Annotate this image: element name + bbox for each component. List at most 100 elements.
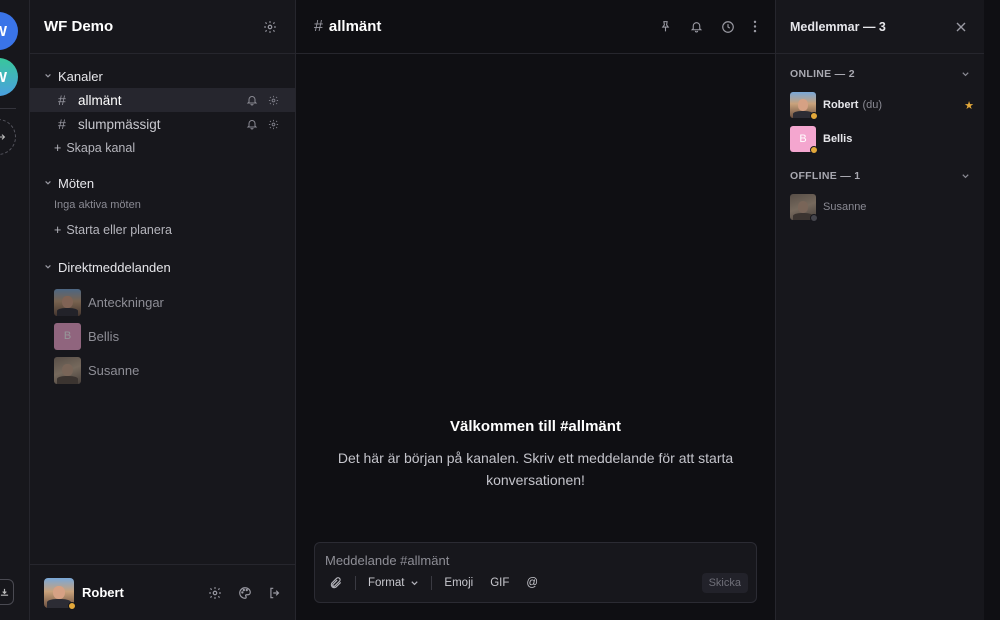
channel-settings-button[interactable] — [268, 119, 279, 130]
channel-sidebar: WF Demo Kanaler # allmänt # slumpmässigt… — [30, 0, 296, 620]
avatar: B — [54, 322, 81, 350]
theme-button[interactable] — [238, 586, 252, 600]
pinned-button[interactable] — [659, 20, 672, 33]
plus-icon: + — [54, 141, 62, 155]
bell-icon — [690, 22, 703, 33]
self-indicator: (du) — [862, 99, 883, 111]
format-dropdown[interactable]: Format — [368, 577, 419, 589]
status-online-dot — [68, 601, 76, 610]
channel-slumpmassigt[interactable]: # slumpmässigt — [30, 112, 295, 136]
chevron-down-icon — [411, 580, 419, 585]
channel-name: allmänt — [78, 92, 122, 108]
attach-button[interactable] — [329, 576, 343, 590]
start-meeting-label: Starta eller planera — [66, 223, 172, 237]
avatar — [790, 194, 818, 222]
notifications-button[interactable] — [690, 20, 703, 33]
gear-icon — [209, 586, 221, 599]
dm-item-bellis[interactable]: B Bellis — [30, 319, 295, 353]
dm-label: Direktmeddelanden — [58, 259, 171, 275]
welcome-title: Välkommen till #allmänt — [450, 418, 621, 435]
download-button[interactable] — [0, 579, 14, 605]
bell-icon — [246, 96, 258, 106]
logout-icon — [270, 587, 280, 598]
meetings-section-header[interactable]: Möten — [30, 171, 295, 195]
members-header: Medlemmar — 3 — [776, 0, 984, 54]
avatar[interactable] — [44, 577, 76, 610]
download-icon — [0, 588, 9, 596]
message-composer[interactable]: Meddelande #allmänt Format Emoji GIF @ S… — [314, 542, 757, 603]
online-group-header[interactable]: ONLINE — 2 — [776, 63, 984, 85]
workspace-settings-button[interactable] — [263, 20, 277, 34]
close-icon — [956, 22, 966, 31]
dm-item-susanne[interactable]: Susanne — [30, 353, 295, 387]
mention-button[interactable]: @ — [526, 577, 538, 589]
window-edge — [984, 0, 1000, 620]
more-options-button[interactable] — [753, 20, 757, 33]
welcome-text: Det här är början på kanalen. Skriv ett … — [337, 450, 734, 488]
member-susanne[interactable]: Susanne — [776, 190, 984, 224]
channels-section-header[interactable]: Kanaler — [30, 64, 295, 88]
toolbar-divider — [431, 576, 433, 590]
channel-allmant[interactable]: # allmänt — [30, 88, 295, 112]
avatar — [54, 288, 81, 316]
chevron-down-icon — [45, 180, 51, 185]
create-channel-label: Skapa kanal — [66, 141, 136, 155]
avatar — [54, 356, 81, 384]
gear-icon — [268, 119, 279, 129]
hash-icon: # — [314, 17, 323, 35]
message-input[interactable]: Meddelande #allmänt — [325, 553, 449, 568]
channel-notifications-button[interactable] — [246, 118, 258, 130]
composer-toolbar: Format Emoji GIF @ Skicka — [329, 572, 748, 594]
welcome-message: Välkommen till #allmänt Det här är börja… — [296, 418, 775, 491]
avatar — [790, 92, 818, 120]
dm-name: Bellis — [88, 328, 120, 344]
toolbar-divider — [355, 576, 356, 590]
member-name: Bellis — [823, 133, 853, 145]
paperclip-icon — [330, 577, 342, 589]
member-bellis[interactable]: B Bellis — [776, 122, 984, 156]
history-button[interactable] — [721, 20, 735, 34]
online-group-label: ONLINE — 2 — [790, 68, 855, 80]
user-settings-button[interactable] — [208, 586, 222, 600]
chevron-down-icon — [962, 71, 969, 76]
channel-settings-button[interactable] — [268, 95, 279, 106]
channel-header: # allmänt — [296, 0, 775, 54]
dm-name: Anteckningar — [88, 294, 164, 310]
close-members-button[interactable] — [956, 22, 966, 32]
status-online-dot — [810, 112, 818, 120]
emoji-button[interactable]: Emoji — [444, 577, 473, 589]
channel-name: slumpmässigt — [78, 116, 161, 132]
server-wf-demo[interactable]: W — [0, 12, 18, 50]
status-offline-dot — [810, 214, 818, 222]
dm-item-anteckningar[interactable]: Anteckningar — [30, 285, 295, 319]
channels-label: Kanaler — [58, 68, 103, 84]
gif-button[interactable]: GIF — [490, 577, 509, 589]
offline-group-header[interactable]: OFFLINE — 1 — [776, 165, 984, 187]
chevron-down-icon — [962, 173, 969, 178]
server-second[interactable]: W — [0, 58, 18, 96]
member-name: Robert — [823, 99, 859, 111]
star-icon: ★ — [964, 99, 974, 112]
start-meeting-button[interactable]: + Starta eller planera — [30, 218, 295, 242]
arrow-right-icon — [0, 134, 6, 140]
chevron-down-icon — [45, 264, 51, 269]
send-button[interactable]: Skicka — [701, 573, 748, 593]
member-robert[interactable]: Robert (du) ★ — [776, 88, 984, 122]
channel-title: allmänt — [328, 18, 382, 35]
add-server-button[interactable] — [0, 119, 16, 155]
member-name: Susanne — [823, 201, 867, 213]
channel-notifications-button[interactable] — [246, 94, 258, 106]
current-user-name: Robert — [82, 585, 124, 600]
dm-name: Susanne — [88, 362, 140, 378]
clock-icon — [722, 20, 734, 33]
gear-icon — [264, 20, 276, 33]
create-channel-button[interactable]: + Skapa kanal — [30, 136, 295, 160]
meetings-label: Möten — [58, 175, 95, 191]
logout-button[interactable] — [268, 586, 282, 600]
chevron-down-icon — [45, 73, 51, 78]
no-meetings-text: Inga aktiva möten — [54, 199, 141, 211]
avatar: B — [790, 126, 818, 154]
hash-icon: # — [58, 92, 66, 108]
status-online-dot — [810, 146, 818, 154]
dm-section-header[interactable]: Direktmeddelanden — [30, 255, 295, 279]
